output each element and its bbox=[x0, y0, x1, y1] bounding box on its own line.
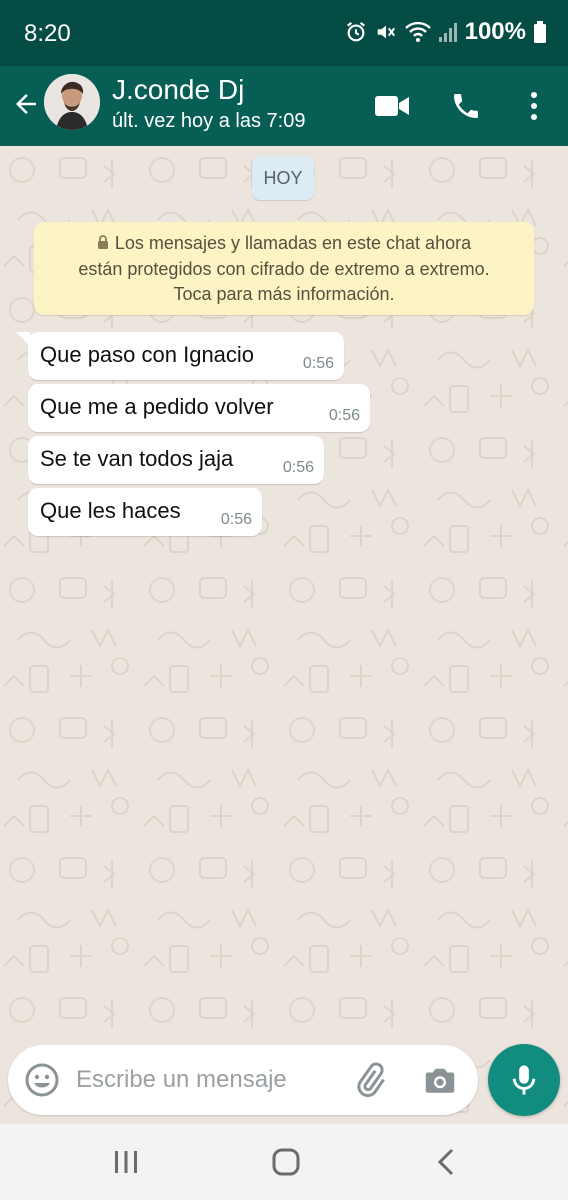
back-icon bbox=[437, 1148, 454, 1176]
voice-call-button[interactable] bbox=[446, 86, 486, 126]
status-bar: 8:20 100% bbox=[0, 0, 568, 66]
battery-icon bbox=[534, 21, 546, 43]
chat-header: J.conde Dj últ. vez hoy a las 7:09 bbox=[0, 66, 568, 146]
back-button[interactable] bbox=[6, 84, 46, 124]
message-time: 0:56 bbox=[302, 355, 334, 372]
encryption-notice-line2: están protegidos con cifrado de extremo … bbox=[78, 259, 490, 279]
video-call-button[interactable] bbox=[372, 86, 412, 126]
encryption-notice-text-1: Los mensajes y llamadas en este chat aho… bbox=[114, 233, 472, 253]
incoming-message[interactable]: Se te van todos jaja 0:56 bbox=[28, 436, 324, 484]
more-vert-icon bbox=[531, 92, 537, 120]
home-button[interactable] bbox=[264, 1142, 308, 1182]
incoming-message[interactable]: Que paso con Ignacio 0:56 bbox=[16, 332, 344, 380]
lock-icon bbox=[97, 232, 109, 257]
mute-icon bbox=[375, 21, 397, 43]
date-chip: HOY bbox=[252, 156, 314, 200]
attach-icon bbox=[357, 1062, 385, 1098]
message-input[interactable] bbox=[76, 1062, 336, 1098]
more-options-button[interactable] bbox=[514, 86, 554, 126]
recents-icon bbox=[115, 1151, 137, 1173]
message-time: 0:56 bbox=[220, 511, 252, 528]
message-time: 0:56 bbox=[328, 407, 360, 424]
camera-button[interactable] bbox=[422, 1062, 458, 1098]
recents-button[interactable] bbox=[104, 1142, 148, 1182]
bubble-tail bbox=[16, 332, 30, 346]
status-icons: 100% bbox=[345, 18, 546, 46]
camera-icon bbox=[425, 1068, 455, 1093]
wifi-icon bbox=[404, 21, 431, 43]
attach-button[interactable] bbox=[352, 1062, 388, 1098]
message-text: Que paso con Ignacio bbox=[40, 342, 255, 367]
mic-icon bbox=[512, 1065, 536, 1095]
voice-record-button[interactable] bbox=[488, 1044, 560, 1116]
status-time: 8:20 bbox=[24, 20, 71, 47]
incoming-message[interactable]: Que me a pedido volver 0:56 bbox=[28, 384, 370, 432]
alarm-icon bbox=[345, 21, 367, 43]
home-icon bbox=[272, 1148, 300, 1176]
encryption-notice-line3: Toca para más información. bbox=[173, 284, 395, 304]
message-text: Que les haces bbox=[40, 498, 181, 523]
chat-area[interactable]: HOY Los mensajes y llamadas en este chat… bbox=[0, 146, 568, 1124]
back-arrow-icon bbox=[16, 94, 36, 114]
message-text: Se te van todos jaja bbox=[40, 446, 234, 471]
message-time: 0:56 bbox=[282, 459, 314, 476]
battery-percent: 100% bbox=[464, 18, 526, 45]
video-call-icon bbox=[375, 96, 409, 116]
signal-icon bbox=[438, 21, 457, 43]
message-composer bbox=[8, 1045, 478, 1115]
avatar[interactable] bbox=[44, 74, 100, 130]
emoji-button[interactable] bbox=[24, 1062, 60, 1098]
message-text: Que me a pedido volver bbox=[40, 394, 274, 419]
system-nav-bar bbox=[0, 1124, 568, 1200]
encryption-notice-line1: Los mensajes y llamadas en este chat aho… bbox=[34, 231, 534, 257]
last-seen-status: últ. vez hoy a las 7:09 bbox=[112, 110, 306, 132]
emoji-icon bbox=[25, 1063, 59, 1097]
incoming-message[interactable]: Que les haces 0:56 bbox=[28, 488, 262, 536]
phone-icon bbox=[454, 94, 478, 118]
contact-name[interactable]: J.conde Dj bbox=[112, 74, 244, 106]
encryption-notice[interactable]: Los mensajes y llamadas en este chat aho… bbox=[34, 222, 534, 315]
nav-back-button[interactable] bbox=[424, 1142, 468, 1182]
